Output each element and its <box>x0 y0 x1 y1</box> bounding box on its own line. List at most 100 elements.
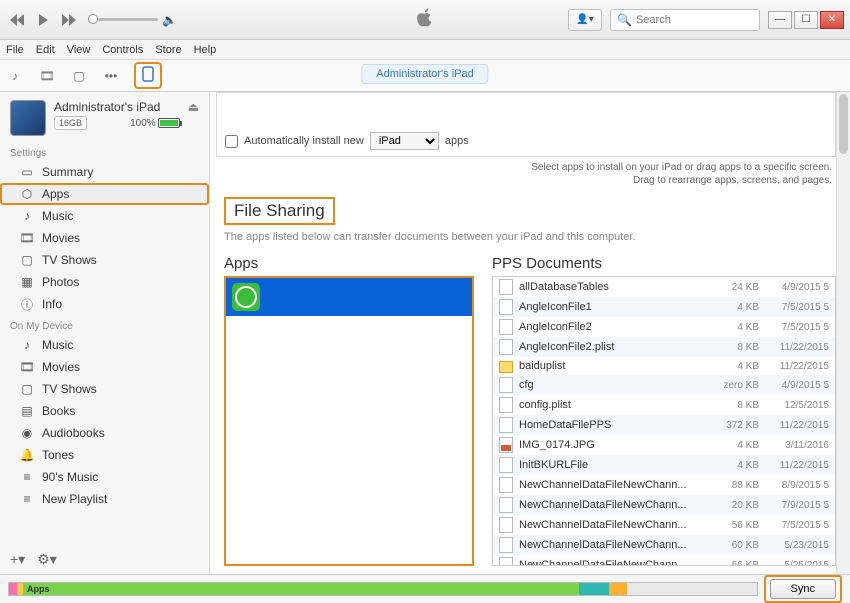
menu-store[interactable]: Store <box>155 44 181 56</box>
document-name: NewChannelDataFileNewChann... <box>519 499 703 511</box>
file-sharing-subtitle: The apps listed below can transfer docum… <box>224 225 836 255</box>
document-size: 56 KB <box>703 560 759 567</box>
sidebar-item-music[interactable]: ♪Music <box>0 334 209 356</box>
sidebar-item-label: Photos <box>42 275 79 289</box>
sidebar-item-info[interactable]: ⓘInfo <box>0 293 209 315</box>
document-row[interactable]: config.plist8 KB12/5/2015 <box>493 395 835 415</box>
apps-list[interactable] <box>224 276 474 566</box>
maximize-button[interactable]: ☐ <box>794 11 818 29</box>
menu-help[interactable]: Help <box>194 44 217 56</box>
document-date: 7/9/2015 5 <box>759 500 829 511</box>
volume-slider[interactable]: 🔈 <box>88 13 177 27</box>
storage-usage-bar: Apps <box>8 582 758 596</box>
more-tab-icon[interactable]: ••• <box>102 67 120 85</box>
file-icon <box>499 397 513 413</box>
document-name: allDatabaseTables <box>519 281 703 293</box>
app-row-selected[interactable] <box>226 278 472 316</box>
account-button[interactable]: 👤▾ <box>568 9 602 31</box>
file-icon <box>499 299 513 315</box>
search-field[interactable]: 🔍 <box>610 9 760 31</box>
sidebar-section-ondevice: On My Device <box>0 315 209 334</box>
document-date: 3/11/2016 <box>759 440 829 451</box>
document-row[interactable]: NewChannelDataFileNewChann...60 KB5/23/2… <box>493 535 835 555</box>
sidebar-item-music[interactable]: ♪Music <box>0 205 209 227</box>
document-row[interactable]: AngleIconFile24 KB7/5/2015 5 <box>493 317 835 337</box>
sidebar-item-movies[interactable]: 🎞Movies <box>0 227 209 249</box>
usage-apps-segment: Apps <box>23 583 579 595</box>
battery-percent: 100% <box>130 118 156 129</box>
sidebar-item-tones[interactable]: 🔔Tones <box>0 444 209 466</box>
sidebar-item-label: Info <box>42 297 62 311</box>
sidebar-item-tv-shows[interactable]: ▢TV Shows <box>0 249 209 271</box>
device-tab[interactable] <box>134 62 162 89</box>
sidebar-item-label: 90's Music <box>42 470 98 484</box>
tv-tab-icon[interactable]: ▢ <box>70 67 88 85</box>
music-icon: ♪ <box>20 338 34 352</box>
document-size: 60 KB <box>703 540 759 551</box>
ipad-icon <box>142 66 154 82</box>
sync-button[interactable]: Sync <box>770 579 836 599</box>
document-date: 7/5/2015 5 <box>759 520 829 531</box>
document-row[interactable]: allDatabaseTables24 KB4/9/2015 5 <box>493 277 835 297</box>
document-row[interactable]: IMG_0174.JPG4 KB3/11/2016 <box>493 435 835 455</box>
sidebar-item-label: Summary <box>42 165 93 179</box>
menu-controls[interactable]: Controls <box>102 44 143 56</box>
document-name: config.plist <box>519 399 703 411</box>
sidebar-item-books[interactable]: ▤ Books <box>0 400 209 422</box>
document-date: 11/22/2015 <box>759 342 829 353</box>
documents-list[interactable]: allDatabaseTables24 KB4/9/2015 5AngleIco… <box>492 276 836 566</box>
sidebar-item-tv-shows[interactable]: ▢TV Shows <box>0 378 209 400</box>
document-size: 4 KB <box>703 322 759 333</box>
next-button[interactable] <box>58 9 80 31</box>
eject-icon[interactable]: ⏏ <box>188 100 199 114</box>
device-pill[interactable]: Administrator's iPad <box>361 64 488 84</box>
close-button[interactable]: ✕ <box>820 11 844 29</box>
books-icon: ▤ <box>20 404 34 418</box>
minimize-button[interactable]: — <box>768 11 792 29</box>
menu-file[interactable]: File <box>6 44 24 56</box>
content-scrollbar[interactable] <box>836 92 850 574</box>
settings-gear-icon[interactable]: ⚙▾ <box>37 551 57 568</box>
movies-tab-icon[interactable]: 🎞 <box>38 67 56 85</box>
document-row[interactable]: cfgzero KB4/9/2015 5 <box>493 375 835 395</box>
sidebar-item-90-s-music[interactable]: ≡90's Music <box>0 466 209 488</box>
prev-button[interactable] <box>6 9 28 31</box>
sidebar-item-summary[interactable]: ▭Summary <box>0 161 209 183</box>
play-button[interactable] <box>32 9 54 31</box>
music-tab-icon[interactable]: ♪ <box>6 67 24 85</box>
content-pane: Automatically install new iPad apps Sele… <box>210 92 850 574</box>
document-size: 4 KB <box>703 302 759 313</box>
install-hint: Select apps to install on your iPad or d… <box>210 157 850 197</box>
menu-edit[interactable]: Edit <box>36 44 55 56</box>
document-row[interactable]: NewChannelDataFileNewChann...20 KB7/9/20… <box>493 495 835 515</box>
document-row[interactable]: AngleIconFile2.plist8 KB11/22/2015 <box>493 337 835 357</box>
device-thumbnail <box>10 100 46 136</box>
menubar: File Edit View Controls Store Help <box>0 40 850 60</box>
document-date: 5/23/2015 <box>759 540 829 551</box>
add-playlist-button[interactable]: +▾ <box>10 551 25 568</box>
auto-install-label: Automatically install new <box>244 135 364 147</box>
sidebar-item-audiobooks[interactable]: ◉Audiobooks <box>0 422 209 444</box>
document-row[interactable]: InitBKURLFile4 KB11/22/2015 <box>493 455 835 475</box>
auto-install-select[interactable]: iPad <box>370 132 439 150</box>
sidebar-item-label: Books <box>42 404 75 418</box>
document-row[interactable]: NewChannelDataFileNewChann...56 KB5/25/2… <box>493 555 835 566</box>
sidebar-item-apps[interactable]: ⬡Apps <box>0 183 209 205</box>
sidebar-item-photos[interactable]: ▦Photos <box>0 271 209 293</box>
document-row[interactable]: HomeDataFilePPS372 KB11/22/2015 <box>493 415 835 435</box>
audiobooks-icon: ◉ <box>20 426 34 440</box>
file-icon <box>499 319 513 335</box>
document-date: 11/22/2015 <box>759 460 829 471</box>
search-input[interactable] <box>636 14 753 26</box>
sidebar-item-label: Tones <box>42 448 74 462</box>
document-row[interactable]: NewChannelDataFileNewChann...88 KB8/9/20… <box>493 475 835 495</box>
document-row[interactable]: NewChannelDataFileNewChann...56 KB7/5/20… <box>493 515 835 535</box>
auto-install-checkbox[interactable] <box>225 135 238 148</box>
sidebar-item-movies[interactable]: 🎞Movies <box>0 356 209 378</box>
menu-view[interactable]: View <box>67 44 91 56</box>
sidebar-item-new-playlist[interactable]: ≡New Playlist <box>0 488 209 510</box>
document-row[interactable]: AngleIconFile14 KB7/5/2015 5 <box>493 297 835 317</box>
file-icon <box>499 339 513 355</box>
file-icon <box>499 477 513 493</box>
document-row[interactable]: baiduplist4 KB11/22/2015 <box>493 357 835 375</box>
